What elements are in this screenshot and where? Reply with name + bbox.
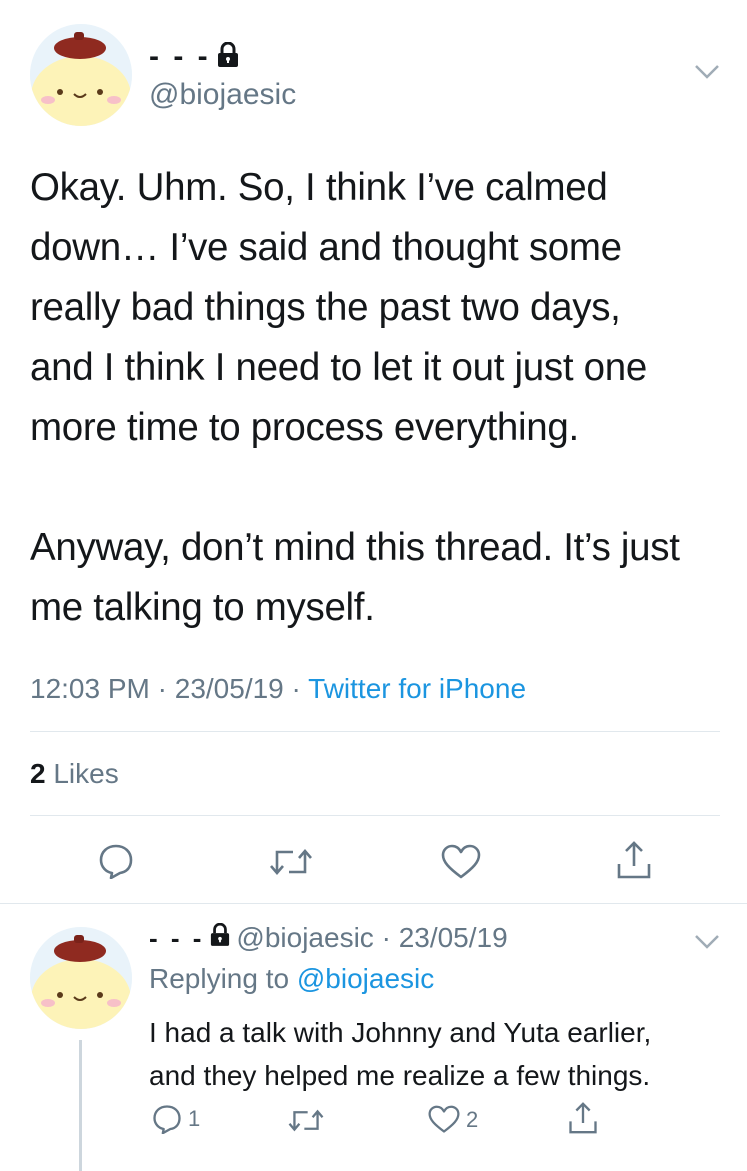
replying-to: Replying to @biojaesic: [149, 963, 434, 995]
reply-icon[interactable]: 1: [152, 1104, 200, 1134]
reply-count: 1: [188, 1106, 201, 1131]
display-name-row: - - -: [149, 40, 239, 74]
handle[interactable]: @biojaesic: [149, 78, 296, 112]
meta-separator: ·: [149, 673, 175, 704]
reply-handle[interactable]: @biojaesic: [236, 922, 373, 953]
reply-icon[interactable]: [98, 843, 134, 884]
thread-line: [79, 1040, 82, 1171]
divider: [30, 731, 720, 732]
display-name: - - -: [149, 40, 211, 73]
likes-count: 2: [30, 758, 46, 789]
reply-header: - - - @biojaesic · 23/05/19: [149, 922, 508, 954]
divider: [30, 815, 720, 816]
replying-prefix: Replying to: [149, 963, 290, 994]
chevron-down-icon[interactable]: [694, 64, 720, 85]
chevron-down-icon[interactable]: [694, 934, 720, 955]
avatar[interactable]: [30, 24, 132, 126]
like-count: 2: [466, 1106, 479, 1132]
reply-display-name: - - -: [149, 922, 205, 953]
likes-stat[interactable]: 2 Likes: [30, 758, 119, 790]
retweet-icon[interactable]: [268, 846, 314, 883]
like-icon[interactable]: [441, 844, 481, 885]
share-icon[interactable]: [568, 1101, 598, 1140]
meta-separator: ·: [283, 673, 309, 704]
lock-icon: [217, 41, 239, 73]
likes-label: Likes: [53, 758, 119, 789]
tweet-meta: 12:03 PM · 23/05/19 · Twitter for iPhone: [30, 673, 526, 705]
tweet-source[interactable]: Twitter for iPhone: [308, 673, 526, 704]
like-icon[interactable]: 2: [428, 1105, 478, 1134]
divider: [0, 903, 747, 904]
meta-separator: ·: [373, 922, 399, 953]
replying-to-link[interactable]: @biojaesic: [297, 963, 434, 994]
tweet-time: 12:03 PM: [30, 673, 150, 704]
tweet-text: Okay. Uhm. So, I think I’ve calmed down……: [30, 166, 680, 629]
reply-text: I had a talk with Johnny and Yuta earlie…: [149, 1017, 652, 1091]
lock-icon: [210, 922, 230, 954]
share-icon[interactable]: [616, 840, 652, 885]
avatar[interactable]: [30, 927, 132, 1029]
tweet-date: 23/05/19: [174, 673, 284, 704]
retweet-icon[interactable]: [287, 1107, 325, 1139]
reply-date: 23/05/19: [398, 922, 508, 953]
